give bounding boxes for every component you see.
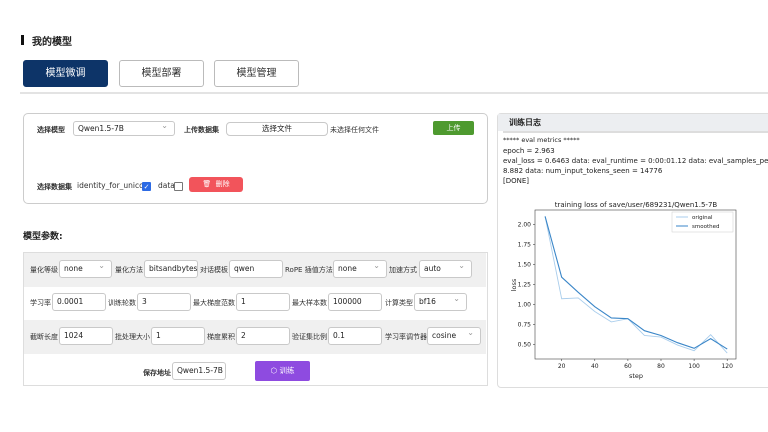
y-tick-label: 1.00: [518, 301, 532, 308]
legend-smoothed: smoothed: [692, 224, 719, 230]
plot-area: [534, 209, 737, 360]
x-tick-label: 100: [688, 363, 700, 370]
y-tick-label: 1.25: [518, 281, 532, 288]
x-tick-label: 60: [624, 363, 632, 370]
y-tick-label: 0.50: [518, 341, 532, 348]
series-line-original: [544, 216, 728, 354]
x-tick-label: 120: [721, 363, 733, 370]
chart-title: training loss of save/user/689231/Qwen1.…: [555, 201, 718, 209]
loss-chart: training loss of save/user/689231/Qwen1.…: [510, 201, 737, 380]
x-tick-label: 20: [558, 363, 566, 370]
y-tick-label: 2.00: [518, 221, 532, 228]
series-line-smoothed: [544, 216, 728, 350]
y-tick-label: 1.75: [518, 241, 532, 248]
x-axis-label: step: [629, 372, 643, 380]
x-tick-label: 40: [591, 363, 599, 370]
x-tick-label: 80: [657, 363, 665, 370]
legend-original: original: [692, 215, 713, 221]
y-tick-label: 1.50: [518, 261, 532, 268]
y-tick-label: 0.75: [518, 321, 532, 328]
legend: original smoothed: [671, 211, 734, 233]
